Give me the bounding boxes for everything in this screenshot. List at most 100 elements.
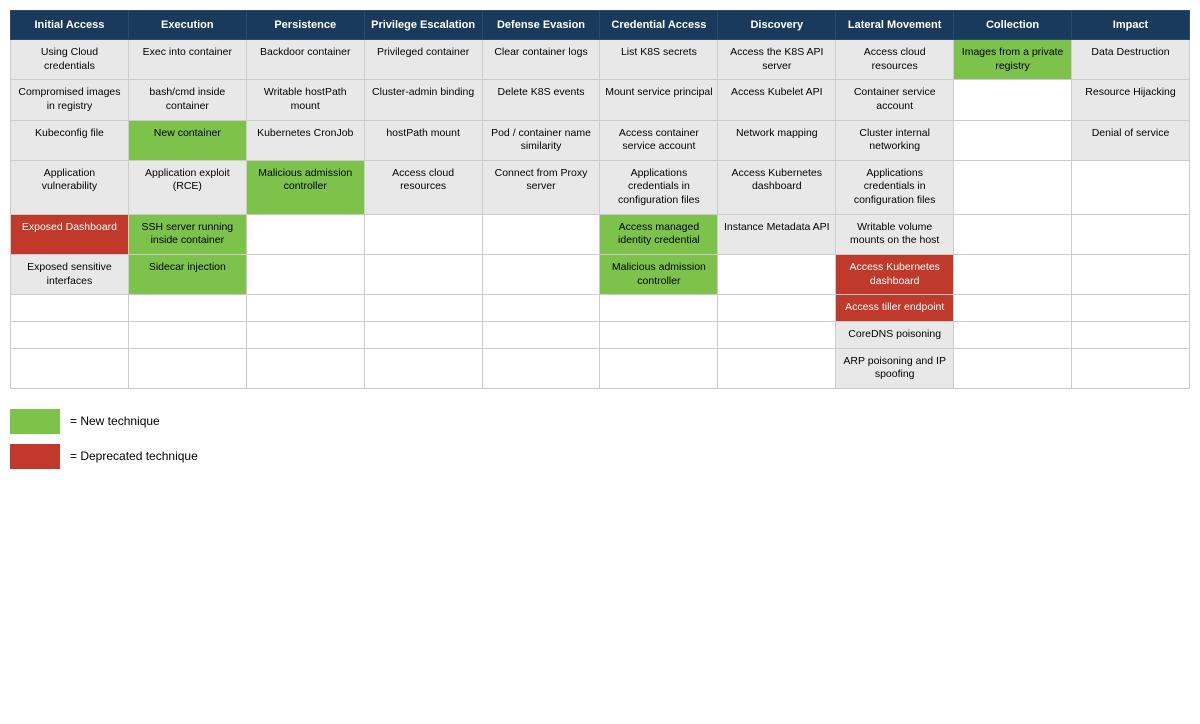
table-row: ARP poisoning and IP spoofing bbox=[11, 348, 1190, 388]
header-row: Initial AccessExecutionPersistencePrivil… bbox=[11, 11, 1190, 40]
table-cell bbox=[1072, 321, 1190, 348]
table-cell bbox=[364, 214, 482, 254]
table-row: Compromised images in registrybash/cmd i… bbox=[11, 80, 1190, 120]
table-cell bbox=[482, 214, 600, 254]
legend-new: = New technique bbox=[10, 409, 1190, 434]
table-cell: Access cloud resources bbox=[364, 160, 482, 214]
table-cell bbox=[246, 295, 364, 322]
table-cell: Delete K8S events bbox=[482, 80, 600, 120]
table-cell: Denial of service bbox=[1072, 120, 1190, 160]
legend-green-box bbox=[10, 409, 60, 434]
table-cell: Resource Hijacking bbox=[1072, 80, 1190, 120]
table-cell bbox=[246, 321, 364, 348]
table-cell bbox=[954, 120, 1072, 160]
legend-new-label: = New technique bbox=[70, 414, 160, 428]
table-cell bbox=[1072, 160, 1190, 214]
table-cell: Using Cloud credentials bbox=[11, 40, 129, 80]
table-cell: Access Kubelet API bbox=[718, 80, 836, 120]
table-cell: Connect from Proxy server bbox=[482, 160, 600, 214]
table-cell: Access the K8S API server bbox=[718, 40, 836, 80]
header-cell: Discovery bbox=[718, 11, 836, 40]
table-cell bbox=[954, 255, 1072, 295]
table-cell bbox=[246, 348, 364, 388]
table-cell: Access Kubernetes dashboard bbox=[836, 255, 954, 295]
table-cell: Data Destruction bbox=[1072, 40, 1190, 80]
table-cell bbox=[1072, 214, 1190, 254]
table-cell: Kubeconfig file bbox=[11, 120, 129, 160]
table-cell: Access Kubernetes dashboard bbox=[718, 160, 836, 214]
table-cell: Clear container logs bbox=[482, 40, 600, 80]
table-row: Application vulnerabilityApplication exp… bbox=[11, 160, 1190, 214]
table-cell: Application exploit (RCE) bbox=[128, 160, 246, 214]
table-cell: Instance Metadata API bbox=[718, 214, 836, 254]
header-cell: Initial Access bbox=[11, 11, 129, 40]
table-cell bbox=[1072, 255, 1190, 295]
table-cell bbox=[482, 255, 600, 295]
table-cell bbox=[954, 348, 1072, 388]
header-cell: Lateral Movement bbox=[836, 11, 954, 40]
table-row: Kubeconfig fileNew containerKubernetes C… bbox=[11, 120, 1190, 160]
table-cell bbox=[246, 214, 364, 254]
table-cell: Compromised images in registry bbox=[11, 80, 129, 120]
table-cell: Cluster-admin binding bbox=[364, 80, 482, 120]
header-cell: Collection bbox=[954, 11, 1072, 40]
table-cell: ARP poisoning and IP spoofing bbox=[836, 348, 954, 388]
table-cell bbox=[364, 295, 482, 322]
matrix-container: Initial AccessExecutionPersistencePrivil… bbox=[10, 10, 1190, 469]
table-cell: Images from a private registry bbox=[954, 40, 1072, 80]
table-cell bbox=[954, 321, 1072, 348]
table-cell: Pod / container name similarity bbox=[482, 120, 600, 160]
table-cell: bash/cmd inside container bbox=[128, 80, 246, 120]
table-cell bbox=[11, 321, 129, 348]
table-cell bbox=[128, 321, 246, 348]
table-cell: SSH server running inside container bbox=[128, 214, 246, 254]
table-row: Access tiller endpoint bbox=[11, 295, 1190, 322]
table-cell bbox=[1072, 348, 1190, 388]
table-cell bbox=[1072, 295, 1190, 322]
table-cell: Privileged container bbox=[364, 40, 482, 80]
table-cell bbox=[246, 255, 364, 295]
table-cell bbox=[954, 160, 1072, 214]
header-cell: Impact bbox=[1072, 11, 1190, 40]
table-cell bbox=[128, 348, 246, 388]
header-cell: Credential Access bbox=[600, 11, 718, 40]
header-cell: Execution bbox=[128, 11, 246, 40]
header-cell: Defense Evasion bbox=[482, 11, 600, 40]
table-cell: Exec into container bbox=[128, 40, 246, 80]
table-cell: Malicious admission controller bbox=[246, 160, 364, 214]
table-cell: Applications credentials in configuratio… bbox=[600, 160, 718, 214]
table-row: Exposed sensitive interfacesSidecar inje… bbox=[11, 255, 1190, 295]
table-row: CoreDNS poisoning bbox=[11, 321, 1190, 348]
table-cell bbox=[718, 321, 836, 348]
table-cell: Exposed sensitive interfaces bbox=[11, 255, 129, 295]
table-cell bbox=[11, 348, 129, 388]
table-cell bbox=[954, 214, 1072, 254]
table-cell bbox=[482, 295, 600, 322]
table-cell: Access cloud resources bbox=[836, 40, 954, 80]
table-cell: Exposed Dashboard bbox=[11, 214, 129, 254]
table-cell: hostPath mount bbox=[364, 120, 482, 160]
table-cell bbox=[364, 321, 482, 348]
table-cell bbox=[482, 348, 600, 388]
table-cell: Malicious admission controller bbox=[600, 255, 718, 295]
table-cell bbox=[600, 295, 718, 322]
table-cell: New container bbox=[128, 120, 246, 160]
table-cell bbox=[954, 295, 1072, 322]
table-cell bbox=[954, 80, 1072, 120]
table-cell: Applications credentials in configuratio… bbox=[836, 160, 954, 214]
table-cell: Access tiller endpoint bbox=[836, 295, 954, 322]
table-cell: Kubernetes CronJob bbox=[246, 120, 364, 160]
table-cell: Container service account bbox=[836, 80, 954, 120]
legend-deprecated: = Deprecated technique bbox=[10, 444, 1190, 469]
table-row: Using Cloud credentialsExec into contain… bbox=[11, 40, 1190, 80]
table-cell: CoreDNS poisoning bbox=[836, 321, 954, 348]
table-cell bbox=[364, 255, 482, 295]
table-cell bbox=[128, 295, 246, 322]
table-cell: Application vulnerability bbox=[11, 160, 129, 214]
table-cell: Access container service account bbox=[600, 120, 718, 160]
table-cell bbox=[718, 295, 836, 322]
table-row: Exposed DashboardSSH server running insi… bbox=[11, 214, 1190, 254]
attack-matrix-table: Initial AccessExecutionPersistencePrivil… bbox=[10, 10, 1190, 389]
legend: = New technique = Deprecated technique bbox=[10, 409, 1190, 469]
table-cell bbox=[718, 348, 836, 388]
